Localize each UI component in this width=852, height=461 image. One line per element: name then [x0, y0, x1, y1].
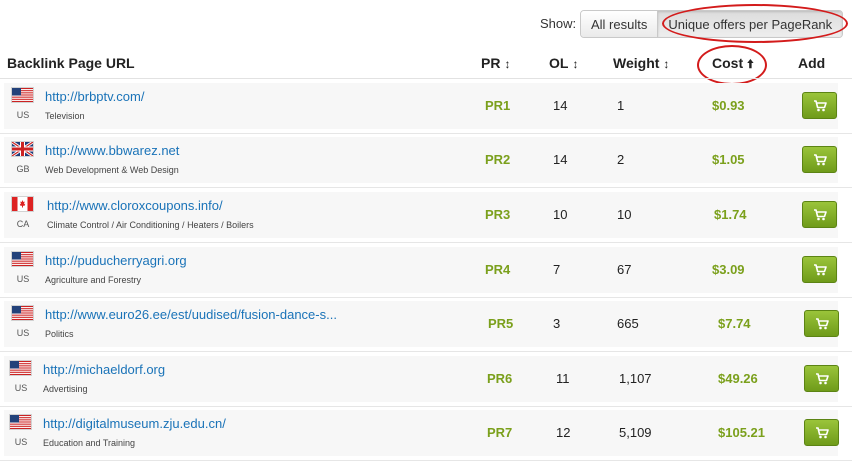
backlink-url[interactable]: http://brbptv.com/	[45, 89, 144, 104]
country-code: US	[14, 383, 28, 393]
country-code: US	[16, 328, 30, 338]
table-row: US http://www.euro26.ee/est/uudised/fusio…	[0, 297, 852, 351]
weight-value: 5,109	[619, 425, 652, 440]
category-label: Climate Control / Air Conditioning / Hea…	[47, 220, 254, 230]
backlink-url[interactable]: http://michaeldorf.org	[43, 362, 165, 377]
outbound-links-value: 10	[553, 207, 568, 222]
cart-icon	[815, 317, 829, 330]
outbound-links-value: 3	[553, 316, 561, 331]
country-code: GB	[16, 164, 30, 174]
table-row: US http://digitalmuseum.zju.edu.cn/Educat…	[0, 406, 852, 460]
cart-icon	[813, 99, 827, 112]
add-to-cart-button[interactable]	[804, 365, 839, 392]
add-to-cart-button[interactable]	[802, 92, 837, 119]
add-to-cart-button[interactable]	[804, 419, 839, 446]
us-flag-icon	[12, 88, 33, 102]
backlink-url[interactable]: http://puducherryagri.org	[45, 253, 187, 268]
us-flag-icon	[10, 415, 31, 429]
weight-value: 665	[617, 316, 639, 331]
cart-icon	[815, 426, 829, 439]
category-label: Web Development & Web Design	[45, 165, 179, 175]
table-row: GB http://www.bbwarez.net Web Development …	[0, 133, 852, 187]
table-row: US http://brbptv.com/Television PR1 14 1 $0.9…	[0, 79, 852, 133]
add-to-cart-button[interactable]	[802, 146, 837, 173]
sort-both-icon: ↕	[504, 57, 511, 71]
us-flag-icon	[12, 306, 33, 320]
outbound-links-value: 14	[553, 98, 568, 113]
cost-value: $49.26	[718, 371, 758, 386]
category-label: Television	[45, 111, 85, 121]
header-pr[interactable]: PR ↕	[481, 55, 510, 71]
table-row: US http://puducherryagri.org Agriculture a…	[0, 243, 852, 297]
backlink-url[interactable]: http://www.bbwarez.net	[45, 143, 179, 158]
country-code: CA	[16, 219, 30, 229]
cost-value: $1.74	[714, 207, 747, 222]
category-label: Politics	[45, 329, 74, 339]
outbound-links-value: 12	[556, 425, 571, 440]
pagerank-value: PR4	[485, 262, 511, 277]
us-flag-icon	[10, 361, 31, 375]
outbound-links-value: 14	[553, 152, 568, 167]
gb-flag-icon	[11, 140, 34, 158]
ca-flag-icon	[12, 197, 33, 211]
category-label: Agriculture and Forestry	[45, 275, 142, 285]
country-code: US	[16, 110, 30, 120]
pagerank-value: PR6	[487, 371, 513, 386]
header-add: Add	[798, 55, 826, 71]
add-to-cart-button[interactable]	[802, 201, 837, 228]
weight-value: 1,107	[619, 371, 652, 386]
pagerank-value: PR1	[485, 98, 511, 113]
category-label: Advertising	[43, 384, 88, 394]
cost-value: $1.05	[712, 152, 745, 167]
weight-value: 10	[617, 207, 632, 222]
us-flag-icon	[12, 252, 33, 266]
cost-value: $105.21	[718, 425, 765, 440]
cart-icon	[813, 263, 827, 276]
cart-icon	[813, 153, 827, 166]
cost-value: $3.09	[712, 262, 745, 277]
pagerank-value: PR3	[485, 207, 511, 222]
weight-value: 67	[617, 262, 632, 277]
unique-offers-option[interactable]: Unique offers per PageRank	[657, 11, 843, 37]
add-to-cart-button[interactable]	[804, 310, 839, 337]
backlink-url[interactable]: http://www.euro26.ee/est/uudised/fusion-…	[45, 307, 337, 322]
backlink-url[interactable]: http://www.cloroxcoupons.info/	[47, 198, 223, 213]
backlink-url[interactable]: http://digitalmuseum.zju.edu.cn/	[43, 416, 226, 431]
category-label: Education and Training	[43, 438, 136, 448]
header-weight[interactable]: Weight ↕	[613, 55, 669, 71]
cost-value: $7.74	[718, 316, 751, 331]
sort-both-icon: ↕	[572, 57, 579, 71]
country-code: US	[14, 437, 28, 447]
add-to-cart-button[interactable]	[802, 256, 837, 283]
cart-icon	[813, 208, 827, 221]
weight-value: 2	[617, 152, 625, 167]
weight-value: 1	[617, 98, 625, 113]
pagerank-value: PR7	[487, 425, 513, 440]
header-ol[interactable]: OL ↕	[549, 55, 578, 71]
country-code: US	[16, 274, 30, 284]
cart-icon	[815, 372, 829, 385]
pagerank-value: PR5	[488, 316, 514, 331]
outbound-links-value: 11	[556, 371, 570, 386]
cost-value: $0.93	[712, 98, 745, 113]
pagerank-value: PR2	[485, 152, 511, 167]
table-row: US http://michaeldorf.org Advertising PR6 11…	[0, 352, 852, 406]
results-filter-toggle: All results Unique offers per PageRank	[580, 10, 844, 38]
outbound-links-value: 7	[553, 262, 561, 277]
table-row: CA http://www.cloroxcoupons.info/Climate …	[0, 188, 852, 242]
header-cost[interactable]: Cost 🠩	[712, 55, 754, 76]
sort-both-icon: ↕	[663, 57, 670, 71]
show-label: Show:	[540, 16, 577, 31]
header-url[interactable]: Backlink Page URL	[7, 55, 135, 71]
sort-up-icon: 🠩	[747, 57, 754, 71]
all-results-option[interactable]: All results	[581, 11, 658, 37]
